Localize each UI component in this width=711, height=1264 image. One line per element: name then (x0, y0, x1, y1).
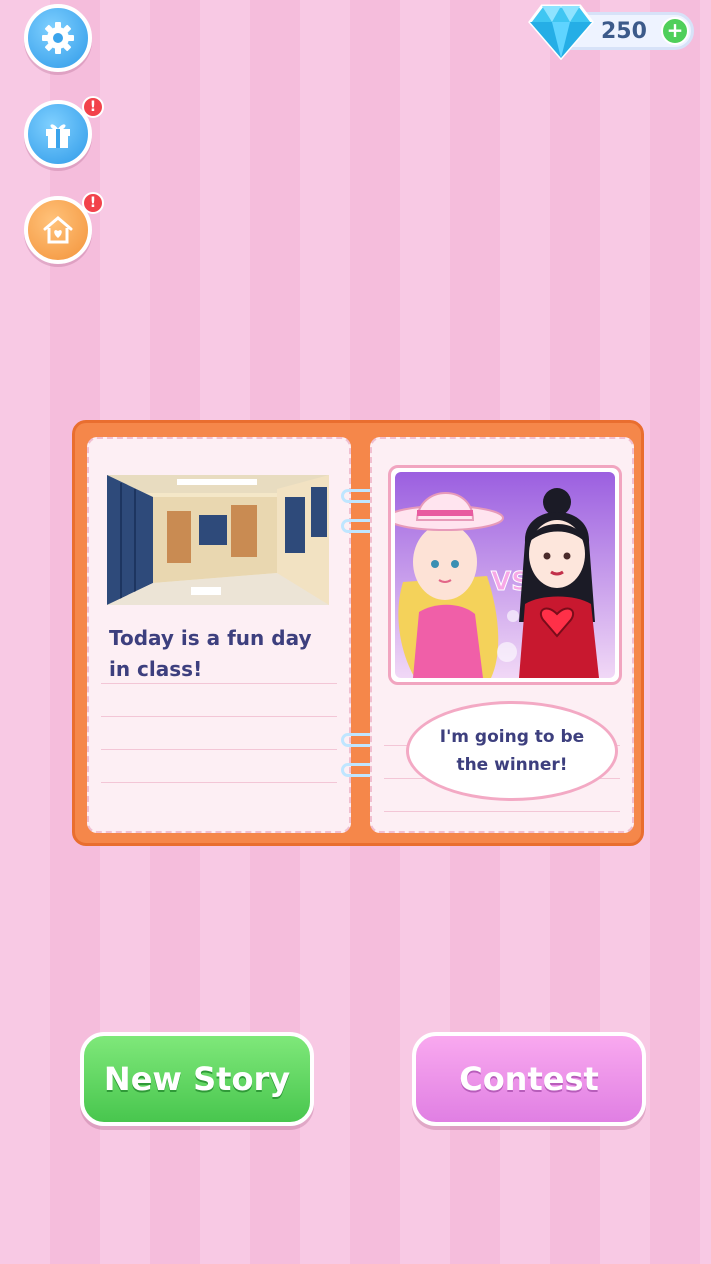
house-heart-icon (43, 216, 73, 244)
school-hallway-image (107, 475, 329, 605)
bubble-text: I'm going to be the winner! (439, 727, 585, 775)
right-page: VS I'm going to be the winner! (370, 437, 634, 833)
contest-image-frame: VS (388, 465, 622, 685)
new-story-button[interactable]: New Story (80, 1032, 314, 1126)
story-text: Today is a fun day in class! (109, 626, 312, 681)
gear-icon (42, 22, 74, 54)
home-notification-badge: ! (82, 192, 104, 214)
gift-icon (46, 124, 70, 148)
settings-button[interactable] (24, 4, 92, 72)
diamond-icon (528, 4, 594, 60)
speech-bubble: I'm going to be the winner! (406, 701, 618, 801)
gift-notification-badge: ! (82, 96, 104, 118)
contest-button[interactable]: Contest (412, 1032, 646, 1126)
page-lines (101, 683, 337, 815)
cowgirl-vs-gothic-girl-image: VS (395, 472, 615, 678)
gem-count: 250 (601, 19, 647, 44)
left-page: Today is a fun day in class! (87, 437, 351, 833)
add-gems-button[interactable]: + (661, 17, 689, 45)
story-book: Today is a fun day in class! VS I'm goin… (72, 420, 644, 846)
